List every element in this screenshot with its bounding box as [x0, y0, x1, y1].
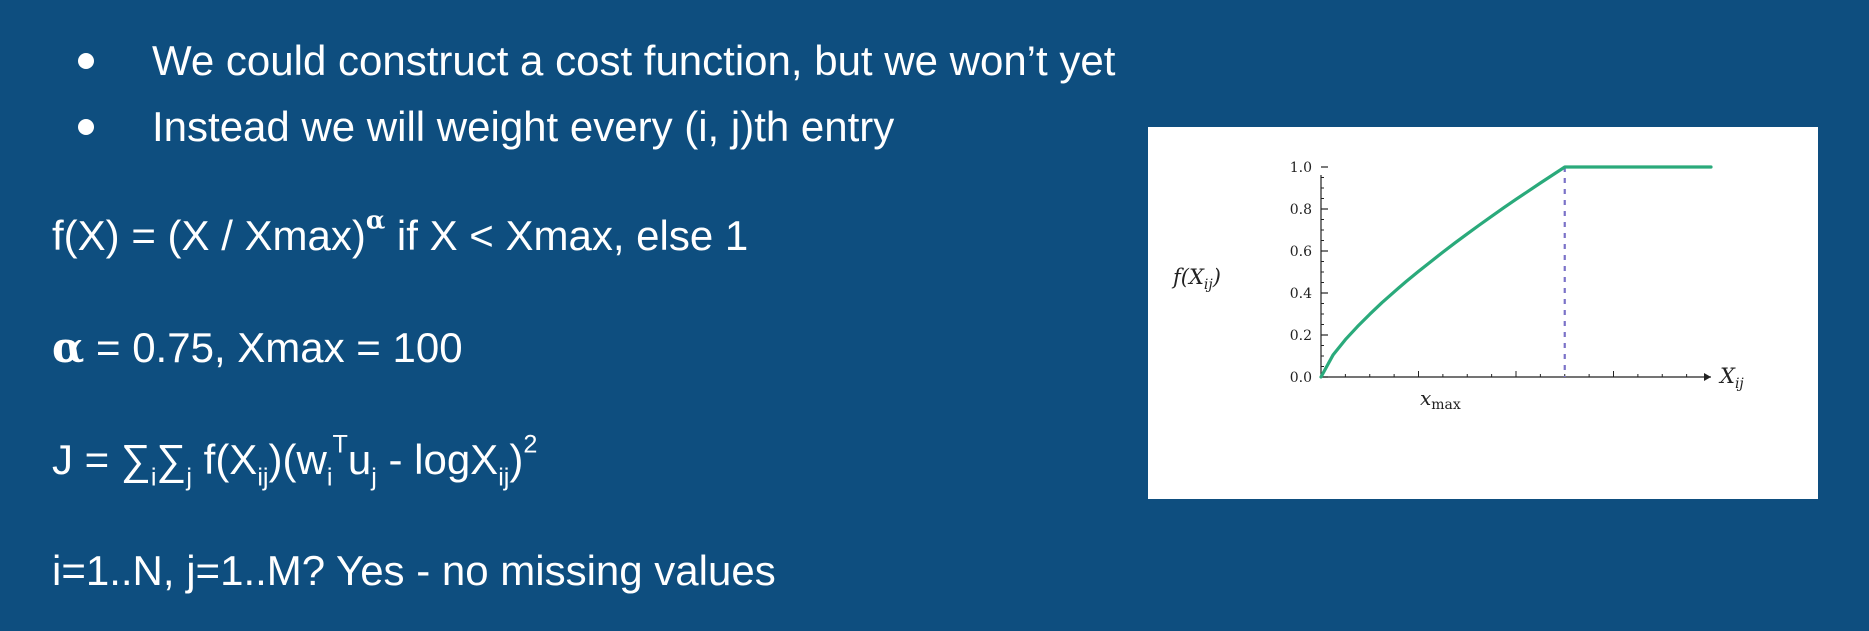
- cost-sigma: ∑: [156, 436, 187, 483]
- bullet-text: We could construct a cost function, but …: [152, 37, 1116, 84]
- x-max-tick-label: xmax: [1420, 386, 1461, 413]
- cost-mid: )(w: [268, 436, 327, 483]
- cost-sub-ij: ij: [257, 463, 269, 492]
- cost-sup-2: 2: [523, 430, 538, 459]
- y-tick-label: 0.8: [1290, 202, 1312, 218]
- y-tick-label: 1.0: [1290, 160, 1312, 176]
- cost-u: u: [347, 436, 372, 483]
- bullet-dot-icon: [78, 119, 94, 135]
- formula-prefix: f(X) = (X / Xmax): [52, 212, 366, 259]
- cost-function-formula: J = ∑i∑j f(Xij)(wiTuj - logXij)2: [52, 432, 537, 490]
- bullet-dot-icon: [78, 53, 94, 69]
- parameter-values: α = 0.75, Xmax = 100: [52, 323, 463, 373]
- index-note: i=1..N, j=1..M? Yes - no missing values: [52, 547, 776, 594]
- bullet-item-weight-entry: Instead we will weight every (i, j)th en…: [78, 94, 1115, 160]
- y-tick-label: 0.4: [1290, 286, 1312, 302]
- bullet-item-cost-function: We could construct a cost function, but …: [78, 28, 1115, 94]
- cost-sub-i2: i: [326, 463, 333, 492]
- cost-log: - logX: [376, 436, 499, 483]
- cost-lead: J = ∑: [52, 436, 151, 483]
- formula-suffix: if X < Xmax, else 1: [385, 212, 749, 259]
- chart-marks: [1319, 165, 1713, 379]
- y-tick-label: 0.6: [1290, 244, 1312, 260]
- x-max-tick-sub: max: [1431, 397, 1461, 413]
- chart-ticks: 0.0 0.2 0.4 0.6 0.8 1.0: [1290, 160, 1688, 386]
- y-tick-label: 0.0: [1290, 370, 1312, 386]
- chart-axes: [1320, 175, 1711, 381]
- cost-sup-t: T: [332, 430, 348, 459]
- x-axis-arrow-icon: [1704, 373, 1711, 381]
- chart-svg: 0.0 0.2 0.4 0.6 0.8 1.0 f(Xij) Xij xmax: [1171, 160, 1744, 413]
- cost-f-open: f(X: [191, 436, 258, 483]
- parameter-text: = 0.75, Xmax = 100: [84, 324, 463, 371]
- x-axis-label: Xij: [1718, 364, 1744, 392]
- bullet-list: We could construct a cost function, but …: [78, 28, 1115, 160]
- x-axis-label-sub: ij: [1735, 376, 1744, 392]
- cost-sub-ij2: ij: [498, 463, 510, 492]
- y-axis-label: f(Xij): [1171, 265, 1221, 293]
- slide: We could construct a cost function, but …: [0, 0, 1869, 631]
- cost-close: ): [509, 436, 524, 483]
- formula-exponent: α: [365, 204, 386, 235]
- y-tick-label: 0.2: [1290, 328, 1312, 344]
- bullet-text: Instead we will weight every (i, j)th en…: [152, 103, 895, 150]
- weighting-curve-line: [1319, 165, 1713, 379]
- weighting-function-chart: 0.0 0.2 0.4 0.6 0.8 1.0 f(Xij) Xij xmax: [1148, 127, 1818, 499]
- alpha-symbol: α: [52, 323, 85, 372]
- weighting-function-formula: f(X) = (X / Xmax)α if X < Xmax, else 1: [52, 207, 749, 261]
- y-axis-label-close: ): [1212, 265, 1221, 289]
